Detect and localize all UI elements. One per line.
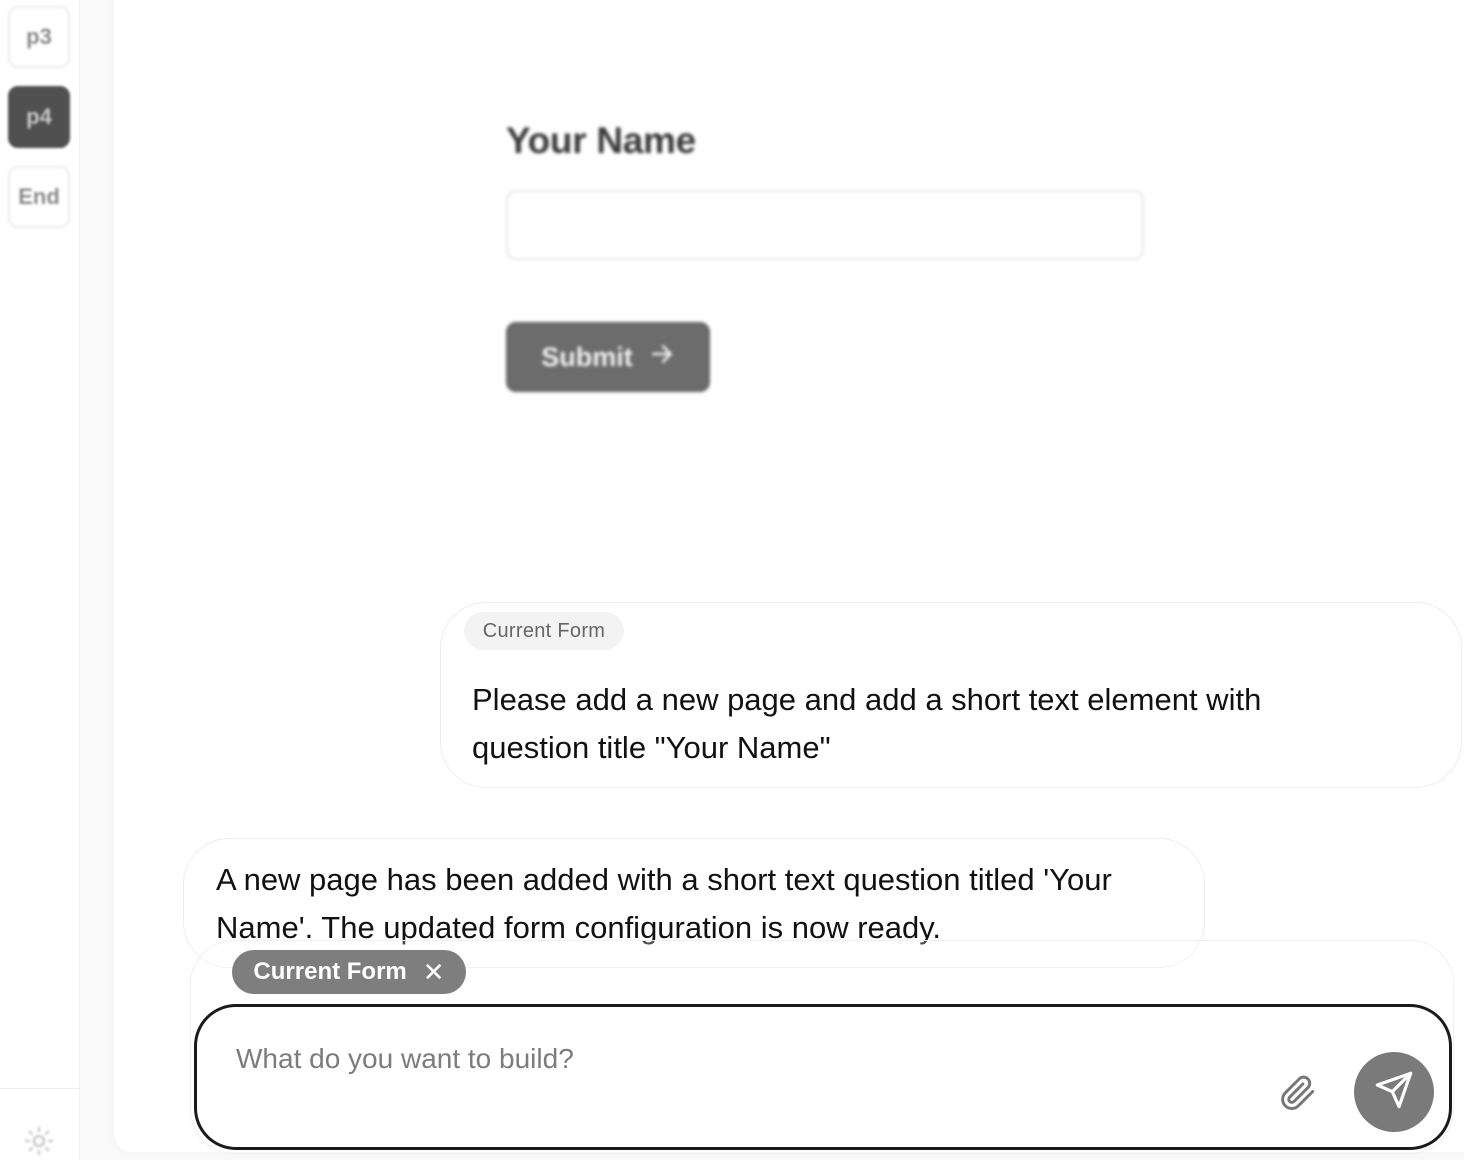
close-icon[interactable]: ✕ xyxy=(423,959,445,985)
prompt-input[interactable] xyxy=(236,1036,1236,1082)
context-tag-label: Current Form xyxy=(253,958,407,985)
context-tag: Current Form ✕ xyxy=(232,950,466,994)
short-text-input[interactable] xyxy=(506,190,1144,260)
app-root: p3 p4 End Your Name Submit Current Form … xyxy=(0,0,1464,1160)
paperclip-icon[interactable] xyxy=(1274,1070,1320,1116)
assistant-message-text: A new page has been added with a short t… xyxy=(216,862,1112,945)
question-title: Your Name xyxy=(506,120,696,161)
submit-button[interactable]: Submit xyxy=(506,322,710,392)
message-context-chip: Current Form xyxy=(464,612,624,650)
send-button[interactable] xyxy=(1354,1052,1434,1132)
send-icon xyxy=(1374,1070,1414,1115)
submit-label: Submit xyxy=(541,341,633,372)
arrow-right-icon xyxy=(649,341,675,374)
user-message-text: Please add a new page and add a short te… xyxy=(472,682,1262,765)
